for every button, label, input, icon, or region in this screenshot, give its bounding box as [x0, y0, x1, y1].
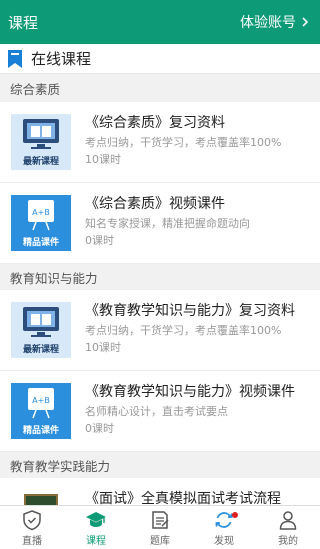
account-switcher[interactable]: 体验账号: [240, 12, 310, 32]
course-description: 考点归纳，干货学习，考点覆盖率100%: [85, 136, 282, 149]
section-header: 在线课程: [0, 44, 320, 74]
category-header: 综合素质: [0, 74, 320, 102]
top-bar: 课程 体验账号: [0, 0, 320, 44]
notebook-icon: [152, 510, 169, 529]
category-header: 教育教学实践能力: [0, 452, 320, 478]
tab-label: 课程: [86, 535, 106, 547]
course-description: 考点归纳，干货学习，考点覆盖率100%: [85, 324, 282, 337]
page-title: 课程: [8, 13, 39, 32]
tab-discover[interactable]: 发现: [192, 506, 256, 549]
section-title: 在线课程: [31, 50, 92, 68]
course-thumbnail: [11, 490, 71, 505]
whiteboard-icon: A+B: [28, 388, 54, 419]
graduation-cap-icon: [86, 511, 106, 527]
course-list[interactable]: 综合素质 最新课程 《综合素质》复习资料 考点归纳，干货学习，考点覆盖率100%…: [0, 74, 320, 505]
bookmark-icon: [8, 49, 22, 68]
tab-question-bank[interactable]: 题库: [128, 506, 192, 549]
shield-icon: [23, 509, 41, 530]
whiteboard-icon: A+B: [28, 200, 54, 231]
user-icon: [279, 510, 297, 530]
course-hours: 0课时: [85, 422, 114, 435]
course-item[interactable]: 最新课程 《综合素质》复习资料 考点归纳，干货学习，考点覆盖率100% 10课时: [0, 102, 320, 183]
tab-label: 题库: [150, 535, 170, 547]
bottom-tab-bar: 直播 课程 题库 发现 我的: [0, 505, 320, 549]
monitor-book-icon: [23, 119, 59, 149]
course-badge: 最新课程: [11, 154, 71, 170]
tab-courses[interactable]: 课程: [64, 506, 128, 549]
course-thumbnail: 最新课程: [11, 114, 71, 170]
course-thumbnail: 最新课程: [11, 302, 71, 358]
tab-live[interactable]: 直播: [0, 506, 64, 549]
account-label: 体验账号: [240, 15, 296, 31]
monitor-book-icon: [23, 307, 59, 337]
course-item[interactable]: A+B 精品课件 《教育教学知识与能力》视频课件 名师精心设计，直击考试要点 0…: [0, 371, 320, 452]
svg-text:A+B: A+B: [32, 396, 50, 405]
course-hours: 10课时: [85, 153, 121, 166]
course-hours: 0课时: [85, 234, 114, 247]
course-item[interactable]: A+B 精品课件 《综合素质》视频课件 知名专家授课，精准把握命题动向 0课时: [0, 183, 320, 264]
course-description: 知名专家授课，精准把握命题动向: [85, 217, 250, 230]
course-description: 名师精心设计，直击考试要点: [85, 405, 228, 418]
course-badge: 精品课件: [11, 235, 71, 251]
course-title: 《教育教学知识与能力》复习资料: [85, 303, 295, 319]
chevron-right-icon: [302, 17, 309, 27]
tab-label: 直播: [22, 535, 42, 547]
svg-text:A+B: A+B: [32, 208, 50, 217]
course-item[interactable]: 《面试》全真模拟面试考试流程: [0, 478, 320, 505]
course-hours: 10课时: [85, 341, 121, 354]
board-icon: [24, 494, 58, 505]
category-header: 教育知识与能力: [0, 264, 320, 290]
course-title: 《教育教学知识与能力》视频课件: [85, 384, 295, 400]
course-thumbnail: A+B 精品课件: [11, 195, 71, 251]
tab-label: 发现: [214, 535, 234, 547]
course-title: 《面试》全真模拟面试考试流程: [85, 491, 281, 505]
course-thumbnail: A+B 精品课件: [11, 383, 71, 439]
course-badge: 精品课件: [11, 423, 71, 439]
course-badge: 最新课程: [11, 342, 71, 358]
course-title: 《综合素质》复习资料: [85, 115, 225, 131]
refresh-icon: [215, 511, 233, 528]
notification-dot: [232, 512, 238, 518]
tab-profile[interactable]: 我的: [256, 506, 320, 549]
course-item[interactable]: 最新课程 《教育教学知识与能力》复习资料 考点归纳，干货学习，考点覆盖率100%…: [0, 290, 320, 371]
tab-label: 我的: [278, 535, 298, 547]
course-title: 《综合素质》视频课件: [85, 196, 225, 212]
